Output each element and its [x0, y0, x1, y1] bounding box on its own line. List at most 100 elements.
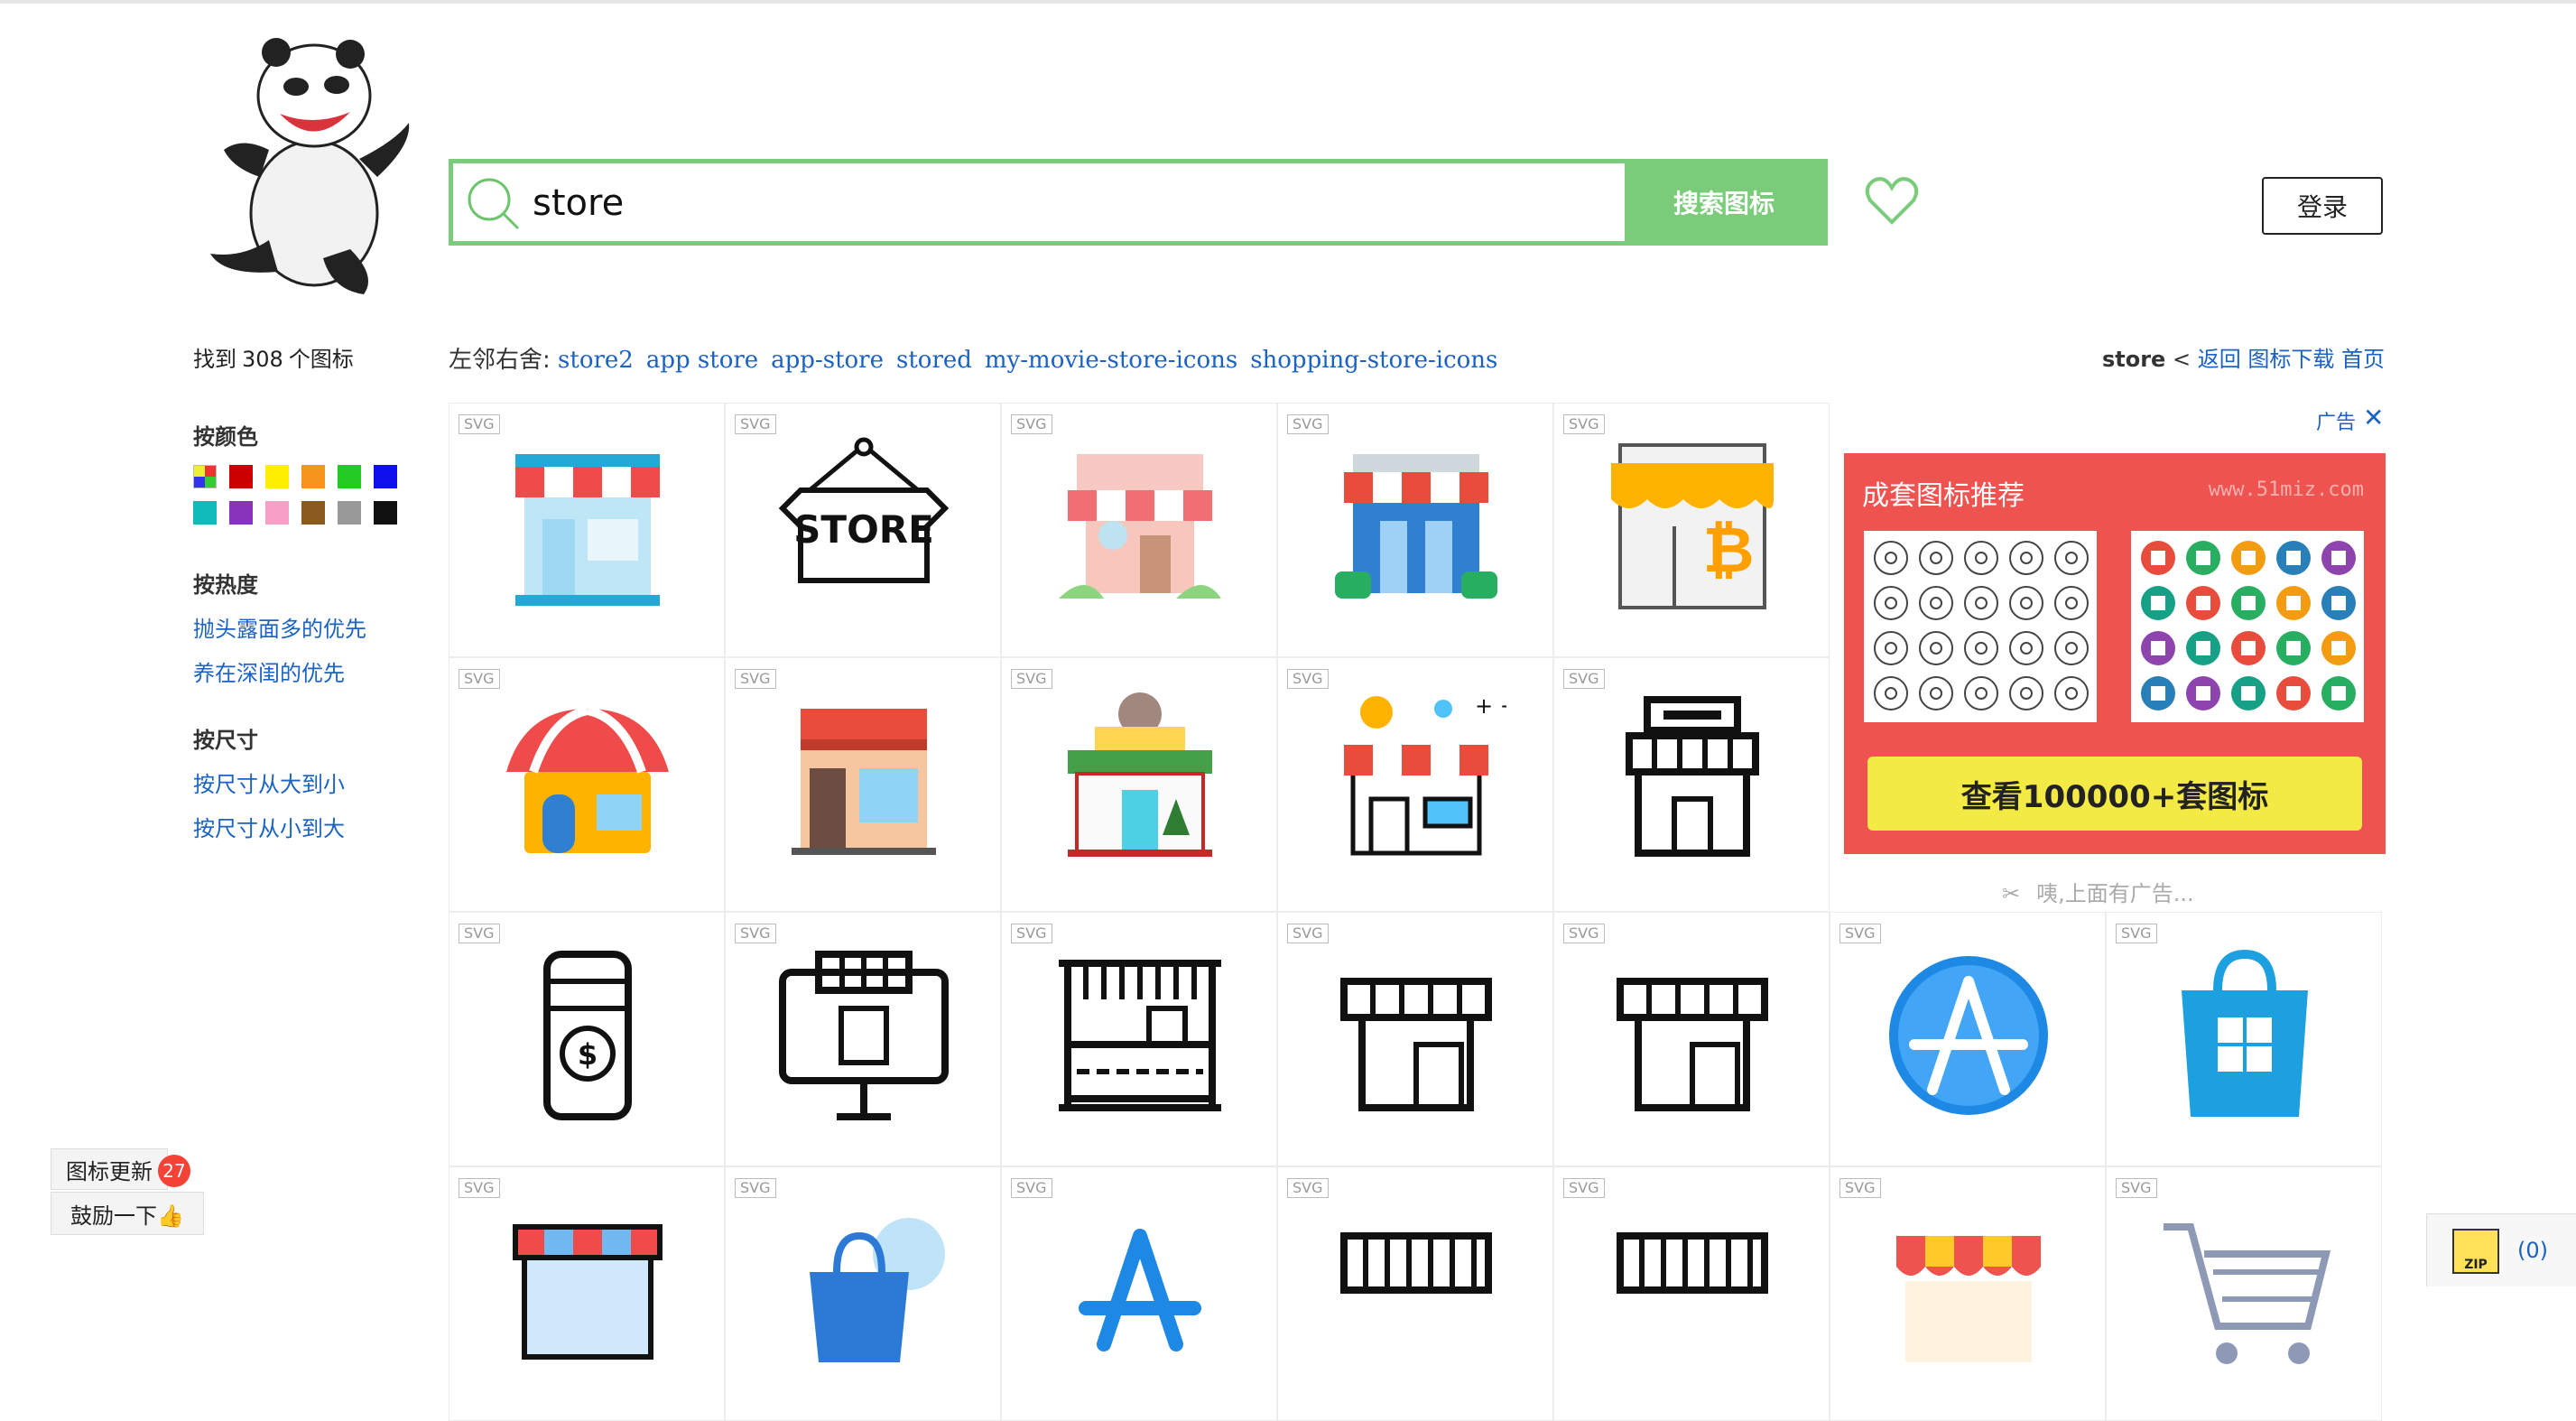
color-swatch[interactable] — [301, 465, 325, 488]
svg-text:₿: ₿ — [1702, 513, 1754, 587]
awning-outline-icon — [1340, 1232, 1492, 1294]
icon-card[interactable]: SVG — [1553, 1166, 1830, 1421]
heat-filter-title: 按热度 — [193, 572, 258, 598]
breadcrumb-current: store — [2101, 347, 2166, 372]
ad-banner[interactable]: 成套图标推荐 www.51miz.com 查看100000+套图标 — [1844, 453, 2386, 854]
windows-store-icon — [2182, 949, 2308, 1117]
color-swatch[interactable] — [193, 465, 217, 488]
icon-card[interactable]: SVG — [725, 657, 1001, 912]
shopping-cart-icon — [2164, 1223, 2331, 1364]
icon-card[interactable]: SVG — [1830, 912, 2106, 1166]
svg-badge: SVG — [1287, 924, 1329, 943]
heart-icon[interactable] — [1865, 175, 1919, 226]
icon-card[interactable]: SVG — [1001, 912, 1277, 1166]
related-tag[interactable]: store2 — [558, 347, 634, 374]
sort-size-desc-link[interactable]: 按尺寸从大到小 — [193, 766, 345, 798]
striped-awning-icon — [1896, 1236, 2041, 1362]
market-stall-icon — [1059, 960, 1221, 1111]
color-swatch[interactable] — [265, 501, 289, 525]
icon-card[interactable]: SVG — [1277, 403, 1553, 657]
svg-badge: SVG — [1563, 924, 1605, 943]
svg-badge: SVG — [1563, 414, 1605, 434]
related-tag[interactable]: stored — [896, 347, 972, 374]
svg-badge: SVG — [1011, 924, 1052, 943]
icon-card[interactable]: SVG — [1277, 1166, 1553, 1421]
heat-filter: 按热度 抛头露面多的优先 养在深闺的优先 — [193, 567, 366, 687]
color-swatch[interactable] — [193, 501, 217, 525]
toy-store-icon — [1068, 692, 1212, 857]
svg-badge: SVG — [1839, 924, 1881, 943]
icon-card[interactable]: SVG — [1553, 912, 1830, 1166]
search-icon[interactable] — [466, 176, 522, 232]
ad-cta-button[interactable]: 查看100000+套图标 — [1867, 757, 2362, 831]
related-tag[interactable]: shopping-store-icons — [1250, 347, 1497, 374]
icon-card[interactable]: SVG — [1001, 1166, 1277, 1421]
icon-card[interactable]: SVG — [725, 912, 1001, 1166]
icon-card[interactable]: SVG + + — [1277, 657, 1553, 912]
color-swatch[interactable] — [229, 465, 253, 488]
login-button[interactable]: 登录 — [2262, 177, 2383, 235]
sort-popular-link[interactable]: 抛头露面多的优先 — [193, 611, 366, 643]
related-tag[interactable]: my-movie-store-icons — [985, 347, 1237, 374]
icon-card[interactable]: SVG — [1001, 403, 1277, 657]
scissors-icon: ✂ — [2002, 881, 2021, 906]
back-link[interactable]: 返回 — [2198, 347, 2241, 372]
icon-card[interactable]: SVG — [1001, 657, 1277, 912]
panda-logo[interactable] — [206, 33, 422, 300]
svg-badge: SVG — [459, 1178, 500, 1198]
size-filter-title: 按尺寸 — [193, 728, 258, 753]
size-filter: 按尺寸 按尺寸从大到小 按尺寸从小到大 — [193, 722, 345, 842]
svg-badge: SVG — [735, 414, 776, 434]
color-swatch[interactable] — [229, 501, 253, 525]
related-tag[interactable]: app-store — [771, 347, 884, 374]
color-swatch[interactable] — [338, 501, 361, 525]
icon-card[interactable]: SVG — [1277, 912, 1553, 1166]
svg-badge: SVG — [735, 924, 776, 943]
ad-label: 广告 — [2316, 412, 2357, 434]
icon-card[interactable]: SVG — [2106, 1166, 2382, 1421]
zip-icon: ZIP — [2452, 1229, 2499, 1274]
sort-size-asc-link[interactable]: 按尺寸从小到大 — [193, 811, 345, 842]
icon-updates-button[interactable]: 图标更新 27 — [51, 1148, 190, 1190]
icon-card[interactable]: SVG ₿ — [1553, 403, 1830, 657]
app-store-icon — [1889, 956, 2048, 1115]
icon-card[interactable]: SVG — [1830, 1166, 2106, 1421]
svg-badge: SVG — [1563, 669, 1605, 689]
encourage-button[interactable]: 鼓励一下👍 — [51, 1192, 204, 1235]
icon-card[interactable]: SVG $ — [449, 912, 725, 1166]
ad-preview-outline — [1864, 531, 2097, 722]
icon-card[interactable]: SVG — [2106, 912, 2382, 1166]
svg-badge: SVG — [2116, 1178, 2157, 1198]
color-swatch[interactable] — [374, 465, 397, 488]
mobile-shop-icon: $ — [543, 951, 632, 1120]
ad-note: ✂ 咦,上面有广告... — [2002, 881, 2194, 906]
icon-card[interactable]: SVG STORE — [725, 403, 1001, 657]
color-swatch[interactable] — [301, 501, 325, 525]
icon-card[interactable]: SVG — [449, 1166, 725, 1421]
related-tag[interactable]: app store — [646, 347, 758, 374]
search-input[interactable] — [531, 172, 1527, 234]
icon-card[interactable]: SVG — [449, 403, 725, 657]
home-link[interactable]: 首页 — [2341, 347, 2385, 372]
updates-count-badge: 27 — [158, 1155, 190, 1187]
house-shop-icon — [1059, 454, 1221, 599]
search-button[interactable]: 搜索图标 — [1625, 163, 1823, 241]
color-swatch[interactable] — [265, 465, 289, 488]
icon-card[interactable]: SVG — [1553, 657, 1830, 912]
svg-badge: SVG — [1011, 1178, 1052, 1198]
svg-badge: SVG — [459, 669, 500, 689]
sort-unpopular-link[interactable]: 养在深闺的优先 — [193, 655, 366, 687]
icon-download-link[interactable]: 图标下载 — [2247, 347, 2334, 372]
svg-text:$: $ — [578, 1037, 598, 1072]
store-outline-icon — [1340, 978, 1492, 1111]
icon-card[interactable]: SVG — [725, 1166, 1001, 1421]
zip-download[interactable]: ZIP (0) — [2426, 1213, 2576, 1286]
svg-badge: SVG — [2116, 924, 2157, 943]
related-tags: 左邻右舍: store2 app store app-store stored my-m… — [449, 341, 1510, 375]
color-swatch[interactable] — [374, 501, 397, 525]
color-swatch[interactable] — [338, 465, 361, 488]
svg-badge: SVG — [1563, 1178, 1605, 1198]
close-icon[interactable]: ✕ — [2363, 403, 2384, 432]
icon-card[interactable]: SVG — [449, 657, 725, 912]
related-label: 左邻右舍: — [449, 347, 551, 374]
